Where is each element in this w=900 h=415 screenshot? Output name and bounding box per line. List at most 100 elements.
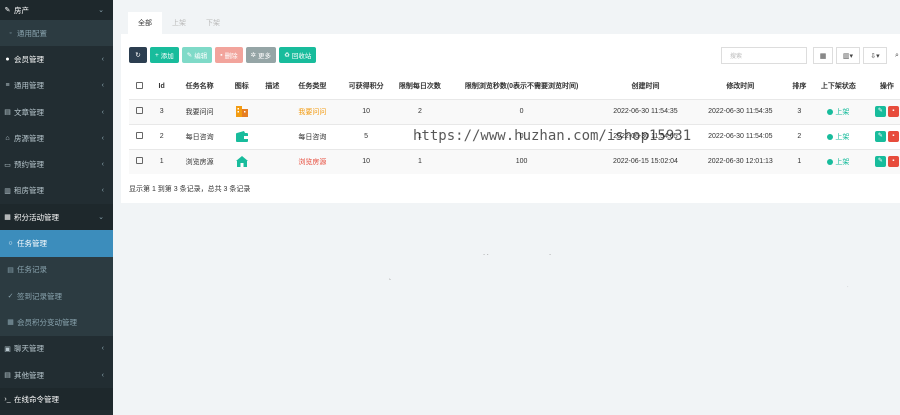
cell-actions: ✎ ▪ (865, 148, 900, 174)
delete-button[interactable]: ▪ 删除 (215, 47, 243, 63)
sidebar-item-points-changes[interactable]: ▦ 会员积分变动管理 (0, 309, 113, 336)
cell-type: 每日咨询 (287, 123, 338, 149)
export-icon: ⇩▾ (870, 52, 880, 60)
status-label: 上架 (835, 158, 850, 166)
cell-actions: ✎ ▪ (865, 98, 900, 124)
delete-row-button[interactable]: ▪ (887, 131, 899, 142)
search-input[interactable]: 搜索 (721, 47, 807, 64)
add-label: 添加 (160, 53, 174, 60)
col-type: 任务类型 (298, 83, 327, 91)
sidebar-item-property[interactable]: ✎ 房产 ⌄ (0, 0, 113, 20)
col-name: 任务名称 (185, 83, 214, 91)
content-panel: 全部 上架 下架 ↻ + 添加 ✎ 编辑 ▪ 删除 ✲ 更多 ♻ 回收站 搜索 … (121, 8, 900, 203)
sidebar-item-members[interactable]: ● 会员管理 ‹ (0, 46, 113, 72)
sidebar-item-label: 其他管理 (14, 370, 44, 380)
table-row[interactable]: 1 浏览房源 浏览房源 10 1 100 2022-06-15 15:02:04… (129, 148, 900, 174)
sidebar-item-points-activity[interactable]: ▦ 积分活动管理 ⌄ (0, 204, 113, 231)
status-badge[interactable]: 上架 (810, 98, 866, 124)
edit-row-button[interactable]: ✎ (874, 156, 886, 168)
watermark: https://www.huzhan.com/ishop15931 (413, 128, 692, 144)
col-updated[interactable]: 修改时间 (693, 74, 788, 99)
status-label: 上架 (835, 108, 850, 116)
sidebar-item-reservations[interactable]: ▭ 预约管理 ‹ (0, 151, 113, 177)
col-id[interactable]: Id (150, 74, 173, 99)
sidebar-item-label: 聊天管理 (14, 344, 44, 354)
sidebar-item-general-mgmt[interactable]: ≡ 通用管理 ‹ (0, 73, 113, 99)
cell-sort: 1 (787, 148, 811, 174)
building-icon (235, 106, 248, 117)
col-icon: 图标 (234, 83, 249, 91)
sidebar-item-other[interactable]: ▤ 其他管理 ‹ (0, 362, 113, 388)
sidebar-item-label: 租房管理 (14, 186, 44, 196)
toggle-view-button[interactable]: ▦ (813, 47, 833, 64)
chevron-left-icon: ‹ (101, 134, 104, 142)
sidebar-item-chat[interactable]: ▣ 聊天管理 ‹ (0, 336, 113, 362)
cell-points: 5 (337, 123, 395, 149)
row-checkbox-cell[interactable] (129, 148, 151, 174)
col-created[interactable]: 创建时间 (598, 74, 693, 99)
tab-all[interactable]: 全部 (128, 12, 162, 34)
edit-row-button[interactable]: ✎ (874, 106, 886, 117)
more-button[interactable]: ✲ 更多 (245, 47, 277, 63)
select-all-checkbox-cell[interactable] (129, 74, 150, 99)
row-checkbox[interactable] (136, 157, 144, 165)
columns-button[interactable]: ▥▾ (836, 47, 860, 64)
sidebar-item-listings[interactable]: ⌂ 房源管理 ‹ (0, 125, 113, 151)
sidebar-item-general-config[interactable]: ◦ 通用配置 (0, 20, 113, 47)
sidebar-item-label: 会员管理 (14, 54, 44, 64)
columns-icon: ▥▾ (842, 52, 854, 60)
cell-id: 3 (150, 98, 174, 124)
sidebar-item-articles[interactable]: ▤ 文章管理 ‹ (0, 99, 113, 125)
status-badge[interactable]: 上架 (810, 148, 866, 174)
refresh-button[interactable]: ↻ (129, 47, 147, 63)
refresh-icon: ↻ (135, 52, 141, 59)
sidebar-item-label: 任务记录 (17, 265, 47, 275)
sidebar-item-task-mgmt[interactable]: ○ 任务管理 (0, 230, 113, 257)
search-toggle-button[interactable]: ⌕ (890, 47, 900, 64)
chevron-down-icon: ⌄ (98, 214, 104, 222)
sidebar-item-rentals[interactable]: ▥ 租房管理 ‹ (0, 178, 113, 204)
sidebar-item-online-command[interactable]: ›_ 在线命令管理 (0, 388, 113, 411)
recycle-label: 回收站 (291, 53, 312, 60)
terminal-icon: ›_ (4, 395, 11, 403)
edit-button[interactable]: ✎ 编辑 (181, 47, 213, 63)
delete-row-button[interactable]: ▪ (887, 106, 899, 117)
export-button[interactable]: ⇩▾ (863, 47, 887, 64)
status-dot-icon (827, 108, 834, 115)
cell-sort: 3 (787, 98, 811, 124)
chevron-left-icon: ‹ (101, 345, 104, 353)
decorative-speck: ˊ (549, 255, 551, 261)
row-checkbox-cell[interactable] (129, 123, 151, 149)
status-badge[interactable]: 上架 (810, 123, 866, 149)
sidebar-item-checkin-records[interactable]: ✓ 签到记录管理 (0, 282, 113, 310)
row-checkbox[interactable] (136, 132, 144, 139)
gift-icon: ▦ (4, 214, 11, 222)
sidebar-item-label: 会员积分变动管理 (17, 317, 77, 327)
more-label: 更多 (258, 53, 272, 60)
tab-off-shelf[interactable]: 下架 (196, 12, 230, 34)
cell-id: 1 (150, 148, 174, 174)
search-icon: ⌕ (895, 51, 899, 59)
table-row[interactable]: 3 我要问问 我要问问 10 2 0 2022-06-30 11:54:35 2… (129, 98, 900, 124)
sidebar-item-label: 房源管理 (14, 133, 44, 143)
col-sort[interactable]: 排序 (788, 74, 811, 99)
add-button[interactable]: + 添加 (150, 47, 179, 63)
home-icon: ⌂ (5, 134, 10, 142)
select-all-checkbox[interactable] (136, 81, 144, 89)
calendar-icon: ▭ (4, 161, 11, 169)
cell-seconds: 0 (445, 98, 599, 124)
row-checkbox[interactable] (136, 107, 144, 114)
recycle-bin-button[interactable]: ♻ 回收站 (279, 47, 317, 63)
table-header-row: Id 任务名称 图标 描述 任务类型 可获得积分 限制每日次数 限制浏览秒数(0… (129, 74, 900, 99)
table-icon: ▦ (7, 319, 14, 327)
delete-row-button[interactable]: ▪ (887, 156, 899, 168)
edit-row-button[interactable]: ✎ (874, 131, 886, 142)
col-daily: 限制每日次数 (398, 83, 441, 91)
cell-created: 2022-06-30 11:54:35 (598, 98, 693, 124)
cell-created: 2022-06-15 15:02:04 (598, 148, 693, 174)
sidebar-item-label: 房产 (14, 5, 29, 15)
row-checkbox-cell[interactable] (129, 98, 151, 124)
cell-type: 浏览房源 (287, 148, 338, 174)
sidebar-item-task-records[interactable]: ▤ 任务记录 (0, 256, 113, 283)
tab-on-shelf[interactable]: 上架 (162, 12, 196, 34)
